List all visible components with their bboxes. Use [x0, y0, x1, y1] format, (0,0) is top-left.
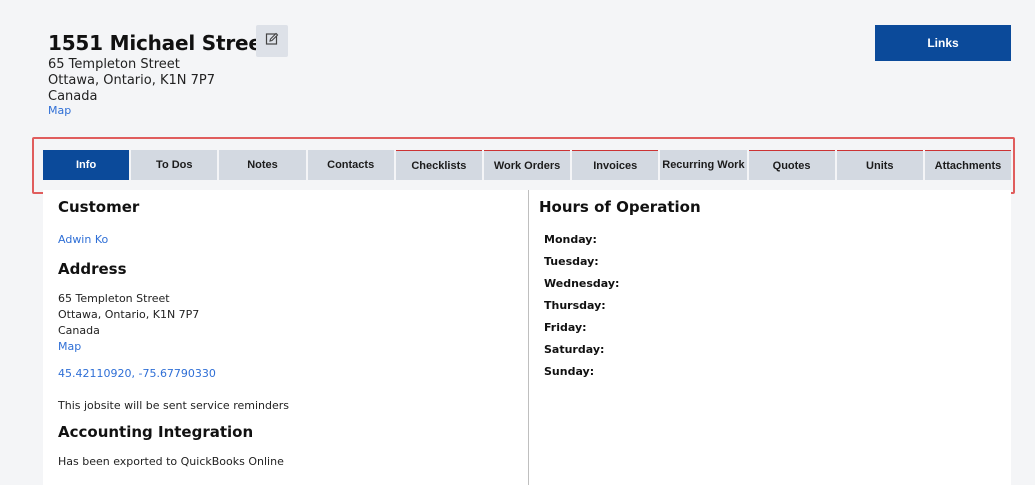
header-address-line-1: 65 Templeton Street: [48, 57, 180, 72]
page-title: 1551 Michael Street: [48, 31, 272, 55]
tab-units[interactable]: Units: [836, 150, 923, 180]
service-reminder-note: This jobsite will be sent service remind…: [58, 399, 289, 412]
tab-contacts[interactable]: Contacts: [307, 150, 394, 180]
header-address-line-3: Canada: [48, 89, 98, 104]
hours-heading: Hours of Operation: [539, 198, 701, 216]
tab-quotes[interactable]: Quotes: [748, 150, 835, 180]
customer-heading: Customer: [58, 198, 140, 216]
info-panel: Customer Adwin Ko Address 65 Templeton S…: [43, 190, 1011, 485]
day-friday: Friday:: [544, 321, 587, 334]
tab-notes[interactable]: Notes: [219, 150, 306, 180]
address-line-2: Ottawa, Ontario, K1N 7P7: [58, 308, 200, 321]
day-saturday: Saturday:: [544, 343, 605, 356]
tab-bar: Info To Dos Notes Contacts Checklists Wo…: [43, 150, 1012, 180]
address-line-3: Canada: [58, 324, 100, 337]
tab-to-dos[interactable]: To Dos: [131, 150, 218, 180]
links-button[interactable]: Links: [875, 25, 1011, 61]
customer-name-link[interactable]: Adwin Ko: [58, 233, 108, 246]
tab-attachments[interactable]: Attachments: [924, 150, 1012, 180]
address-line-1: 65 Templeton Street: [58, 292, 170, 305]
header-address-line-2: Ottawa, Ontario, K1N 7P7: [48, 73, 216, 88]
tab-work-orders[interactable]: Work Orders: [483, 150, 571, 180]
tab-info[interactable]: Info: [43, 150, 130, 180]
edit-button[interactable]: [256, 25, 288, 57]
day-wednesday: Wednesday:: [544, 277, 620, 290]
pencil-icon: [265, 32, 279, 51]
tab-invoices[interactable]: Invoices: [572, 150, 659, 180]
day-thursday: Thursday:: [544, 299, 606, 312]
column-divider: [528, 190, 529, 485]
coordinates-link[interactable]: 45.42110920, -75.67790330: [58, 367, 216, 380]
tab-recurring-work[interactable]: Recurring Work: [660, 150, 747, 180]
header-map-link[interactable]: Map: [48, 104, 71, 117]
accounting-heading: Accounting Integration: [58, 423, 254, 441]
day-sunday: Sunday:: [544, 365, 595, 378]
address-map-link[interactable]: Map: [58, 340, 81, 353]
day-tuesday: Tuesday:: [544, 255, 599, 268]
tab-checklists[interactable]: Checklists: [395, 150, 482, 180]
accounting-status: Has been exported to QuickBooks Online: [58, 455, 284, 468]
address-heading: Address: [58, 260, 127, 278]
day-monday: Monday:: [544, 233, 597, 246]
